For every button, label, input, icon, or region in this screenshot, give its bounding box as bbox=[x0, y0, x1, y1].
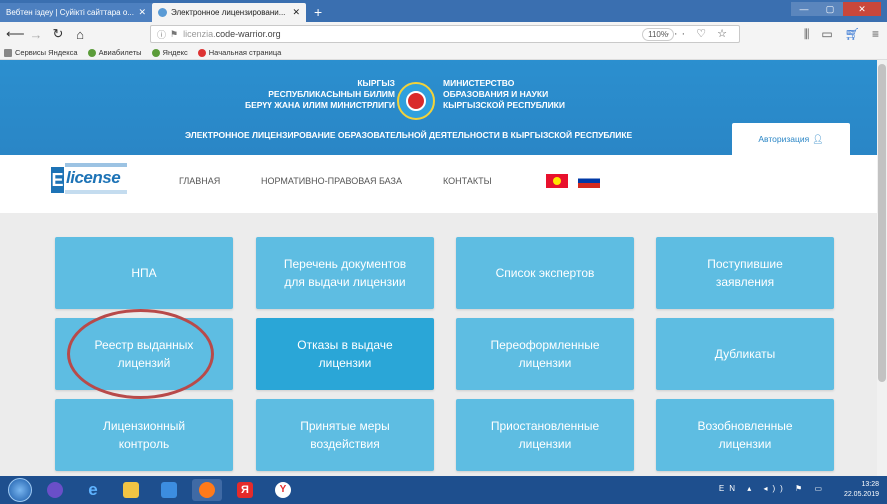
minimize-button[interactable]: — bbox=[791, 2, 817, 16]
tile-measures-taken[interactable]: Принятые меры воздействия bbox=[256, 399, 434, 471]
login-label: Авторизация bbox=[758, 134, 810, 144]
nav-legal-base-link[interactable]: НОРМАТИВНО-ПРАВОВАЯ БАЗА bbox=[261, 176, 402, 186]
address-bar[interactable]: ⓘ ⚑ licenzia. code-warrior.org 110% ··· … bbox=[150, 25, 740, 43]
firefox-icon[interactable] bbox=[192, 479, 222, 501]
screen: Вебтен іздеу | Cyйiктi caйттaрa o... ✕ Э… bbox=[0, 0, 887, 504]
tile-license-control[interactable]: Лицензионный контроль bbox=[55, 399, 233, 471]
bookmark-label: Начальная страница bbox=[208, 48, 282, 57]
home-icon[interactable]: ⌂ bbox=[72, 27, 88, 42]
close-window-button[interactable]: ✕ bbox=[843, 2, 881, 16]
yandex-browser-icon[interactable]: Y bbox=[268, 479, 298, 501]
internet-explorer-icon[interactable]: e bbox=[78, 479, 108, 501]
bookmark-label: Сервисы Яндекса bbox=[15, 48, 78, 57]
reload-icon[interactable]: ↻ bbox=[50, 26, 66, 42]
tile-duplicates[interactable]: Дубликаты bbox=[656, 318, 834, 390]
site-subtitle: ЭЛЕКТРОННОЕ ЛИЦЕНЗИРОВАНИЕ ОБРАЗОВАТЕЛЬН… bbox=[185, 130, 633, 140]
tile-incoming-applications[interactable]: Поступившие заявления bbox=[656, 237, 834, 309]
browser-tab-strip: Вебтен іздеу | Cyйiктi caйттaрa o... ✕ Э… bbox=[0, 0, 887, 22]
tab-title: Вебтен іздеу | Cyйiктi caйттaрa o... bbox=[6, 8, 134, 17]
user-icon: 👤︎ bbox=[812, 133, 824, 144]
header-russian-title: МИНИСТЕРСТВО ОБРАЗОВАНИЯ И НАУКИ КЫРГЫЗС… bbox=[443, 78, 565, 110]
content-area: НПА Перечень документов для выдачи лицен… bbox=[0, 213, 887, 476]
nav-contacts-link[interactable]: КОНТАКТЫ bbox=[443, 176, 492, 186]
browser-navbar: ⟵ → ↻ ⌂ ⓘ ⚑ licenzia. code-warrior.org 1… bbox=[0, 22, 887, 46]
tile-npa[interactable]: НПА bbox=[55, 237, 233, 309]
tracking-shield-icon[interactable]: ⚑ bbox=[170, 29, 178, 40]
browser-tab[interactable]: Вебтен іздеу | Cyйiктi caйттaрa o... ✕ bbox=[0, 3, 152, 22]
back-arrow-icon[interactable]: ⟵ bbox=[6, 26, 25, 42]
yandex-icon[interactable]: Я bbox=[230, 479, 260, 501]
start-button[interactable] bbox=[8, 478, 32, 502]
url-domain: code-warrior.org bbox=[215, 29, 281, 39]
toolbar-right: ⫼ ▭ 🛒︎ ≡ bbox=[804, 27, 879, 42]
site-nav: E license ГЛАВНАЯ НОРМАТИВНО-ПРАВОВАЯ БА… bbox=[0, 155, 887, 213]
new-tab-button[interactable]: + bbox=[314, 3, 322, 22]
globe-icon bbox=[87, 48, 96, 57]
clock[interactable]: 13:28 22.05.2019 bbox=[844, 480, 879, 500]
highlight-circle-annotation bbox=[67, 309, 214, 399]
media-player-icon[interactable] bbox=[154, 479, 184, 501]
cart-icon[interactable]: 🛒︎ bbox=[845, 27, 860, 42]
browser-tab-active[interactable]: Электронное лицензировани... ✕ bbox=[152, 3, 306, 22]
window-controls: — ▢ ✕ bbox=[791, 2, 881, 16]
tile-document-list[interactable]: Перечень документов для выдачи лицензии bbox=[256, 237, 434, 309]
url-domain-prefix: licenzia. bbox=[183, 29, 216, 39]
site-favicon-icon bbox=[158, 8, 167, 17]
bookmark-item[interactable]: Начальная страница bbox=[197, 48, 282, 57]
bookmark-item[interactable]: Авиабилеты bbox=[87, 48, 142, 57]
home-page-icon bbox=[197, 48, 206, 57]
system-tray-icons[interactable]: EN ▴ ◂)) ⚑ ▭ bbox=[719, 484, 827, 493]
globe-icon bbox=[151, 48, 160, 57]
library-icon[interactable]: ⫼ bbox=[804, 27, 810, 42]
maximize-button[interactable]: ▢ bbox=[817, 2, 843, 16]
login-button[interactable]: Авторизация 👤︎ bbox=[732, 123, 850, 155]
nav-home-link[interactable]: ГЛАВНАЯ bbox=[179, 176, 220, 186]
windows-taskbar: e Я Y EN ▴ ◂)) ⚑ ▭ 13:28 22.05.2019 bbox=[0, 476, 887, 504]
tile-suspended-licenses[interactable]: Приостановленные лицензии bbox=[456, 399, 634, 471]
tab-title: Электронное лицензировани... bbox=[171, 8, 286, 17]
clock-date: 22.05.2019 bbox=[843, 491, 879, 498]
folder-icon bbox=[4, 48, 12, 57]
page-actions-icons[interactable]: ··· ♡ ☆ bbox=[666, 27, 731, 40]
tile-resumed-licenses[interactable]: Возобновленные лицензии bbox=[656, 399, 834, 471]
menu-icon[interactable]: ≡ bbox=[872, 27, 879, 42]
tile-reissued-licenses[interactable]: Переоформленные лицензии bbox=[456, 318, 634, 390]
forward-arrow-icon[interactable]: → bbox=[28, 27, 44, 42]
tile-experts-list[interactable]: Список экспертов bbox=[456, 237, 634, 309]
language-indicator[interactable]: EN bbox=[719, 484, 740, 493]
clock-time: 13:28 bbox=[861, 481, 879, 488]
tile-refusals[interactable]: Отказы в выдаче лицензии bbox=[256, 318, 434, 390]
info-icon[interactable]: ⓘ bbox=[157, 28, 166, 41]
bookmark-label: Яндекс bbox=[162, 48, 188, 57]
state-emblem-icon bbox=[397, 82, 435, 120]
bookmark-item[interactable]: Яндекс bbox=[151, 48, 188, 57]
taskbar-app-icon[interactable] bbox=[40, 479, 70, 501]
bookmarks-bar: Сервисы Яндекса Авиабилеты Яндекс Началь… bbox=[0, 46, 887, 60]
russian-language-flag-icon[interactable] bbox=[578, 174, 600, 188]
header-kyrgyz-title: КЫРГЫЗ РЕСПУБЛИКАСЫНЫН БИЛИМ БЕРҮҮ ЖАНА … bbox=[244, 78, 395, 110]
bookmark-item[interactable]: Сервисы Яндекса bbox=[4, 48, 78, 57]
elicense-logo[interactable]: E license bbox=[51, 163, 129, 195]
sidebar-icon[interactable]: ▭ bbox=[821, 27, 832, 42]
file-explorer-icon[interactable] bbox=[116, 479, 146, 501]
kyrgyz-language-flag-icon[interactable] bbox=[546, 174, 568, 188]
close-tab-icon[interactable]: ✕ bbox=[138, 7, 146, 18]
close-tab-icon[interactable]: ✕ bbox=[292, 7, 300, 18]
scrollbar-thumb[interactable] bbox=[878, 64, 886, 382]
bookmark-label: Авиабилеты bbox=[98, 48, 142, 57]
